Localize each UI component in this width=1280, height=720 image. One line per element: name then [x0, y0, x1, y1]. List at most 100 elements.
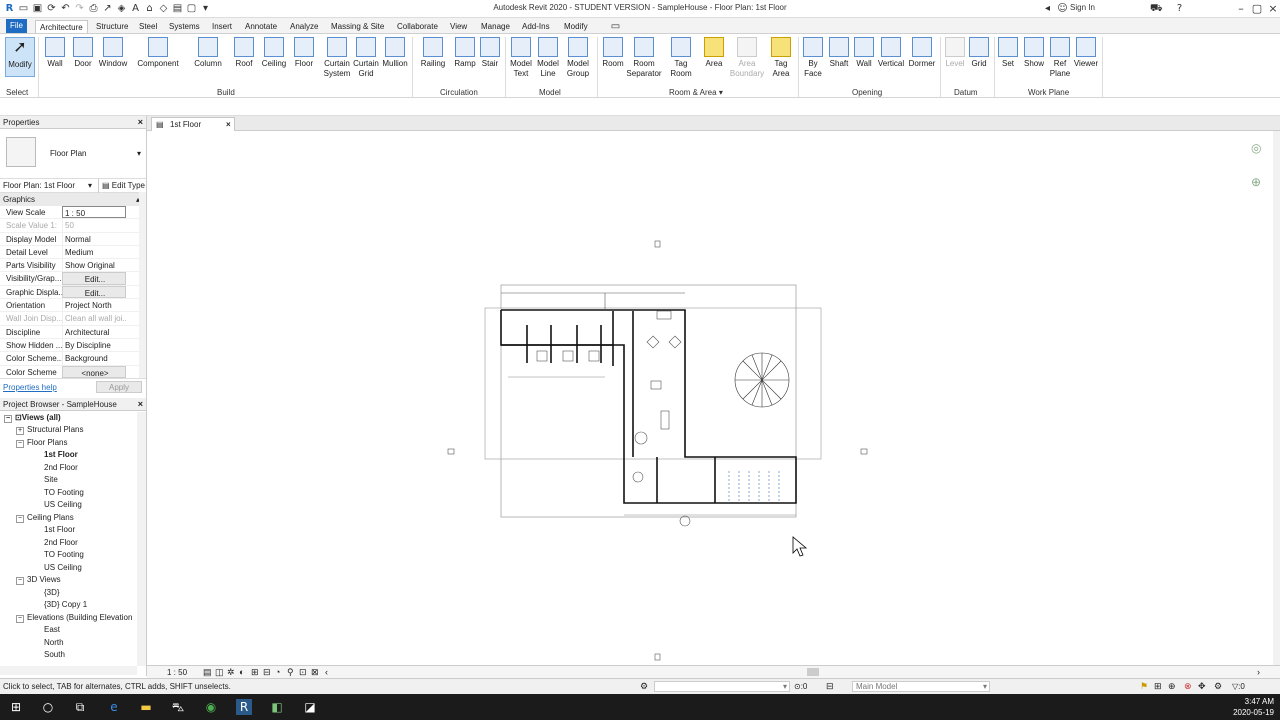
property-value[interactable]: Normal — [62, 232, 126, 245]
back-icon[interactable]: ◂ — [1042, 3, 1053, 14]
tree-item-north[interactable]: North — [44, 638, 64, 647]
close-button[interactable]: × — [1264, 1, 1280, 16]
group-label-room-area[interactable]: Room & Area ▾ — [669, 88, 723, 97]
tree-item-ceiling-2nd-floor[interactable]: 2nd Floor — [44, 538, 78, 547]
browser-vertical-scrollbar[interactable] — [137, 412, 146, 666]
tree-item-ceiling-to-footing[interactable]: TO Footing — [44, 550, 84, 559]
color-scheme-button[interactable]: <none> — [62, 365, 126, 378]
wall-opening-button[interactable]: Wall — [853, 37, 875, 69]
wall-button[interactable]: Wall — [44, 37, 66, 69]
property-value[interactable]: By Discipline — [62, 338, 126, 352]
select-links-icon[interactable]: ⚑ — [1140, 681, 1148, 692]
shadows-icon[interactable]: ◐ — [239, 667, 244, 677]
tree-item-ceiling-us-ceiling[interactable]: US Ceiling — [44, 563, 82, 572]
select-pinned-icon[interactable]: ⊕ — [1168, 681, 1176, 692]
tree-node-elevations[interactable]: − Elevations (Building Elevation — [16, 613, 132, 623]
chevron-left-icon[interactable]: ‹ — [325, 667, 328, 677]
stair-button[interactable]: Stair — [479, 37, 501, 69]
crop-region-icon[interactable]: ⊟ — [263, 667, 271, 678]
select-by-face-icon[interactable]: ⊗ — [1184, 681, 1192, 692]
curtain-system-button[interactable]: Curtain System — [322, 37, 352, 79]
detail-level-icon[interactable]: ▤ — [203, 667, 212, 678]
tree-node-floor-plans[interactable]: − Floor Plans — [16, 438, 67, 448]
ref-plane-button[interactable]: Ref Plane — [1049, 37, 1071, 79]
tab-file[interactable]: File — [6, 19, 27, 33]
collapse-icon[interactable]: − — [16, 615, 24, 623]
property-value[interactable]: Architectural — [62, 325, 126, 338]
show-button[interactable]: Show — [1022, 37, 1046, 69]
tree-item-3d[interactable]: {3D} — [44, 588, 60, 597]
window-button[interactable]: Window — [97, 37, 129, 69]
drag-elements-icon[interactable]: ✥ — [1198, 681, 1206, 692]
expand-icon[interactable]: + — [16, 427, 24, 435]
properties-scrollbar[interactable] — [139, 192, 146, 378]
steering-wheel-icon[interactable]: ◎ — [1251, 141, 1261, 155]
shaft-button[interactable]: Shaft — [827, 37, 851, 69]
tab-modify[interactable]: Modify — [560, 20, 592, 33]
sign-in-link[interactable]: Sign In — [1070, 3, 1095, 12]
type-selector[interactable]: Floor Plan ▾ — [0, 129, 146, 179]
tab-collaborate[interactable]: Collaborate — [393, 20, 442, 33]
floor-button[interactable]: Floor — [293, 37, 315, 69]
tree-item-ceiling-1st-floor[interactable]: 1st Floor — [44, 525, 75, 534]
property-value[interactable]: Project North — [62, 299, 126, 312]
tab-systems[interactable]: Systems — [165, 20, 204, 33]
close-icon[interactable]: × — [138, 398, 143, 411]
viewer-button[interactable]: Viewer — [1073, 37, 1099, 69]
mullion-button[interactable]: Mullion — [381, 37, 409, 69]
tab-structure[interactable]: Structure — [92, 20, 132, 33]
collapse-icon[interactable]: − — [16, 515, 24, 523]
tree-item-to-footing[interactable]: TO Footing — [44, 488, 84, 497]
instance-selector[interactable]: Floor Plan: 1st Floor ▾ ▤ Edit Type — [0, 179, 146, 193]
collapse-icon[interactable]: − — [16, 577, 24, 585]
edit-type-button[interactable]: ▤ Edit Type — [98, 179, 145, 193]
task-view-icon[interactable]: ⧉ — [72, 699, 88, 715]
tab-insert[interactable]: Insert — [208, 20, 236, 33]
tag-room-button[interactable]: Tag Room — [667, 37, 695, 79]
select-underlay-icon[interactable]: ⊞ — [1154, 681, 1162, 692]
tree-item-2nd-floor[interactable]: 2nd Floor — [44, 463, 78, 472]
select-dropdown[interactable]: Select — [6, 88, 28, 97]
dormer-button[interactable]: Dormer — [907, 37, 937, 69]
grid-button[interactable]: Grid — [968, 37, 990, 69]
room-separator-button[interactable]: Room Separator — [625, 37, 663, 79]
room-button[interactable]: Room — [600, 37, 626, 69]
canvas-vertical-scrollbar[interactable] — [1273, 131, 1280, 665]
area-button[interactable]: Area — [702, 37, 726, 69]
tree-item-south[interactable]: South — [44, 650, 65, 659]
area-boundary-button[interactable]: Area Boundary — [729, 37, 765, 79]
revit-taskbar-icon[interactable]: R — [236, 699, 252, 715]
zoom-icon[interactable]: ⊕ — [1251, 175, 1261, 189]
model-group-button[interactable]: Model Group — [564, 37, 592, 79]
temporary-hide-icon[interactable]: ◔ — [275, 667, 280, 677]
model-text-button[interactable]: Model Text — [508, 37, 534, 79]
windows-start-icon[interactable]: ⊞ — [8, 699, 24, 715]
store-icon[interactable]: ⛍ — [170, 699, 186, 715]
tab-view[interactable]: View — [446, 20, 471, 33]
sun-path-icon[interactable]: ✲ — [227, 667, 235, 678]
workset-dropdown[interactable]: ▾ — [654, 681, 790, 692]
design-options-icon[interactable]: ⊟ — [826, 681, 834, 692]
background-process-icon[interactable]: ⚙ — [1214, 681, 1222, 692]
tab-add-ins[interactable]: Add-Ins — [518, 20, 554, 33]
help-icon[interactable]: ? — [1174, 3, 1185, 14]
tab-analyze[interactable]: Analyze — [286, 20, 322, 33]
property-value[interactable]: Show Original — [62, 259, 126, 272]
set-button[interactable]: Set — [998, 37, 1018, 69]
properties-help-link[interactable]: Properties help — [3, 383, 57, 392]
close-icon[interactable]: × — [226, 118, 231, 131]
curtain-grid-button[interactable]: Curtain Grid — [352, 37, 380, 79]
component-button[interactable]: Component — [135, 37, 181, 69]
roof-button[interactable]: Roof — [233, 37, 255, 69]
tree-item-east[interactable]: East — [44, 625, 60, 634]
worksets-icon[interactable]: ⚙ — [640, 681, 648, 692]
door-button[interactable]: Door — [72, 37, 94, 69]
visual-style-icon[interactable]: ◫ — [215, 667, 224, 678]
ribbon-minimize-icon[interactable]: ▭ — [610, 21, 621, 32]
graphic-display-edit-button[interactable]: Edit... — [62, 285, 126, 299]
by-face-button[interactable]: By Face — [802, 37, 824, 79]
railing-button[interactable]: Railing — [419, 37, 447, 69]
collapse-icon[interactable]: − — [4, 415, 12, 423]
tree-item-3d-copy-1[interactable]: {3D} Copy 1 — [44, 600, 87, 609]
tree-item-site[interactable]: Site — [44, 475, 58, 484]
